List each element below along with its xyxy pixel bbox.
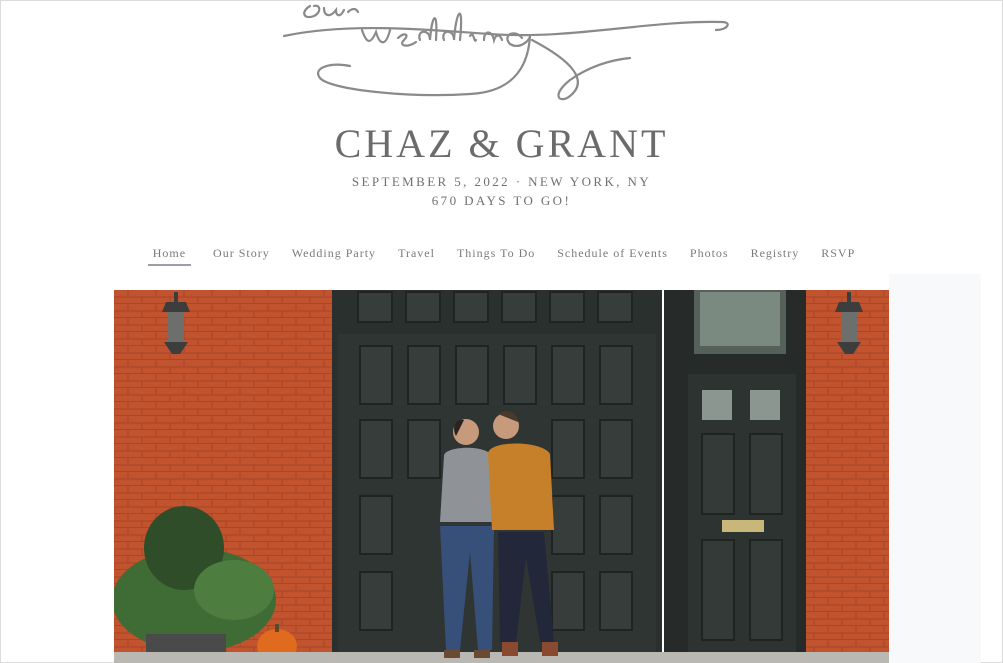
main-nav: Home Our Story Wedding Party Travel Thin… xyxy=(0,246,1003,266)
nav-wedding-party[interactable]: Wedding Party xyxy=(292,246,376,266)
script-logo xyxy=(270,0,740,108)
wedding-date-location: SEPTEMBER 5, 2022 · NEW YORK, NY xyxy=(351,174,652,189)
nav-rsvp[interactable]: RSVP xyxy=(821,246,855,266)
countdown: 670 DAYS TO GO! xyxy=(431,193,572,208)
couple-names: CHAZ & GRANT xyxy=(334,121,669,166)
nav-our-story[interactable]: Our Story xyxy=(213,246,270,266)
nav-things-to-do[interactable]: Things To Do xyxy=(457,246,535,266)
side-panel xyxy=(889,274,981,663)
nav-home[interactable]: Home xyxy=(147,246,192,266)
nav-schedule-of-events[interactable]: Schedule of Events xyxy=(557,246,668,266)
nav-registry[interactable]: Registry xyxy=(751,246,800,266)
nav-travel[interactable]: Travel xyxy=(398,246,435,266)
hero-photo xyxy=(114,290,889,663)
nav-photos[interactable]: Photos xyxy=(690,246,729,266)
